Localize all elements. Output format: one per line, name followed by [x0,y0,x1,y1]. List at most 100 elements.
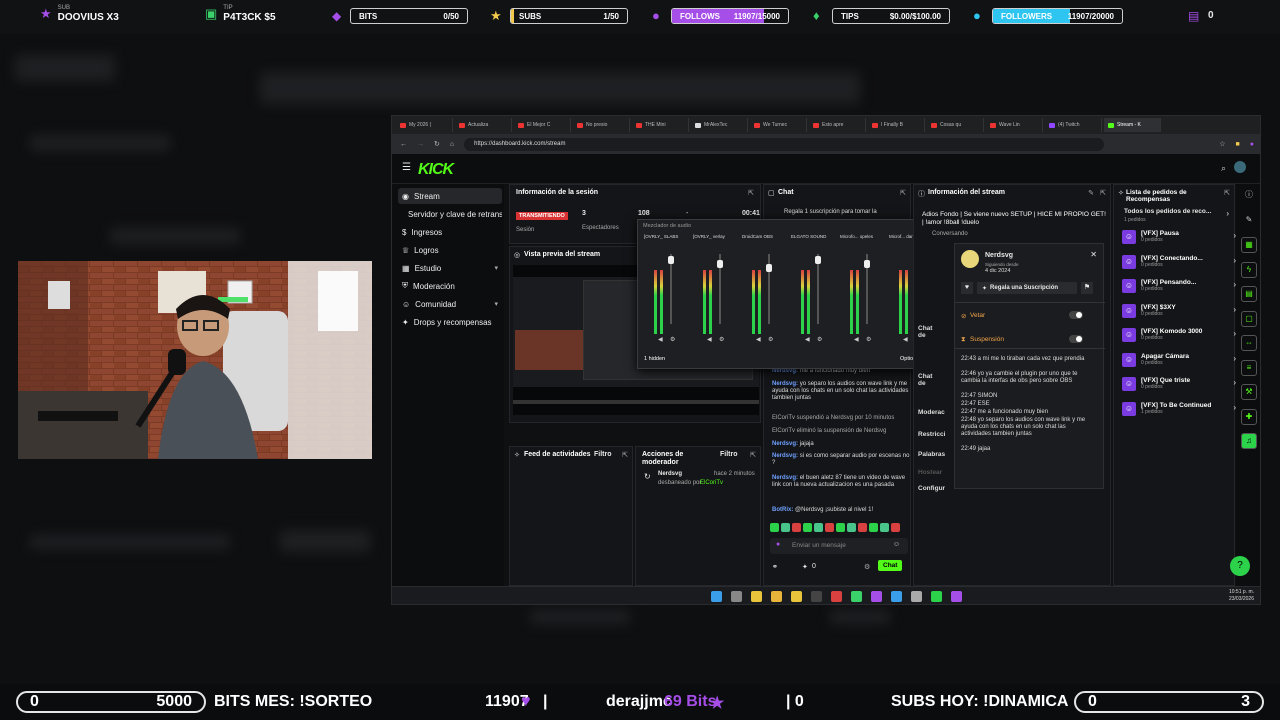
chat-icon[interactable]: ▢ [1241,310,1257,327]
browser-tab[interactable]: Stream - K [1104,118,1161,132]
stream-info-section[interactable]: Chat de [918,325,932,339]
emote[interactable] [869,523,878,532]
browser-tab[interactable]: Wave Lin [986,118,1043,132]
fader-knob[interactable] [766,264,772,272]
profile-icon[interactable]: ● [1250,141,1254,148]
browser-tab[interactable]: Esto apre [809,118,866,132]
popout-icon[interactable]: ⇱ [622,451,628,459]
sidebar-item-achievements[interactable]: ♕ Logros [398,242,502,258]
reward-item[interactable]: ☺ [VFX] $3XY 0 pedidos › [1122,303,1236,326]
wrench-icon[interactable]: ⚒ [1241,384,1257,400]
gift-promo[interactable]: Regala 1 suscripción para tomar la [784,209,902,215]
url-input[interactable]: https://dashboard.kick.com/stream [464,137,1105,151]
avatar[interactable] [1234,161,1246,173]
forward-icon[interactable]: → [417,141,424,148]
stream-info-section[interactable]: Palabras [918,451,945,458]
emote[interactable] [803,523,812,532]
gear-icon[interactable]: ⚙ [719,336,724,343]
menu-icon[interactable]: ☰ [402,162,411,173]
close-icon[interactable]: ✕ [1090,250,1097,259]
emote-icon[interactable]: ☺ [893,541,900,548]
speaker-icon[interactable]: ◀ [707,336,712,343]
emote[interactable] [836,523,845,532]
chat-username[interactable]: Nerdsvg: [772,441,798,447]
speaker-icon[interactable]: ◀ [903,336,908,343]
reward-item[interactable]: ☺ [VFX] Que triste 0 pedidos › [1122,377,1236,399]
suspend-toggle[interactable] [1069,335,1083,343]
feed-filter-button[interactable]: Filtro [594,451,612,458]
gear-icon[interactable]: ⚙ [866,336,871,343]
settings-icon[interactable] [911,591,922,602]
sidebar-item-stream[interactable]: ◉ Stream [398,188,502,204]
reward-item[interactable]: ☺ [VFX] Conectando... 0 pedidos › [1122,254,1236,277]
chat-username[interactable]: Nerdsvg: [772,381,798,387]
fader-knob[interactable] [668,256,674,264]
gear-icon[interactable]: ⚙ [768,336,773,343]
popout-icon[interactable]: ⇱ [1224,189,1230,197]
stream-info-section[interactable]: Moderac [918,409,945,416]
browser-tab[interactable]: No presio [573,118,630,132]
mixer-hidden[interactable]: 1 hidden [644,356,665,362]
sidebar-item-moderation[interactable]: ⛨ Moderación [398,278,502,294]
split-icon[interactable]: ⇔ [1241,335,1257,351]
chat-username[interactable]: Nerdsvg: [772,475,798,481]
info-icon[interactable]: ⓘ [1241,188,1257,204]
sidebar-item-studio[interactable]: ▦ Estudio ▾ [398,260,502,276]
rewards-all[interactable]: Todos los pedidos de reco... [1124,208,1211,215]
reward-item[interactable]: ☺ Apagar Cámara 0 pedidos › [1122,352,1236,375]
bookmark-star-icon[interactable]: ☆ [1219,140,1225,148]
emote[interactable] [880,523,889,532]
bolt-icon[interactable]: ϟ [1241,261,1257,278]
mod-filter-button[interactable]: Filtro [720,451,738,458]
stream-info-section[interactable]: Hostear [918,469,942,476]
extension-icon[interactable]: ■ [1236,141,1240,148]
spotify-icon[interactable] [931,591,942,602]
stream-info-section[interactable]: Restricci [918,431,945,438]
taskbar-clock[interactable]: 10:51 p. m. 23/03/2026 [1229,589,1254,603]
popout-icon[interactable]: ⇱ [750,451,756,459]
explorer-icon[interactable] [771,591,782,602]
heart-icon[interactable]: ♥ [961,282,973,294]
mixer-channel[interactable]: DroidCam OBS ◀ ⚙ [742,234,782,343]
emote[interactable] [770,523,779,532]
link-icon[interactable]: ⚭ [772,563,778,571]
popout-icon[interactable]: ⇱ [900,189,906,197]
browser-tab[interactable]: (4) Twitch [1045,118,1102,132]
folder-icon[interactable] [791,591,802,602]
browser-tab[interactable]: My 2026 ( [396,118,453,132]
sidebar-item-income[interactable]: $ Ingresos [398,224,502,240]
camera-icon[interactable] [851,591,862,602]
fader-knob[interactable] [864,260,870,268]
gift-sub-button[interactable]: ✦ Regala una Suscripción [977,282,1077,294]
sidebar-item-community[interactable]: ☺ Comunidad ▾ [398,296,502,312]
stream-info-section[interactable]: Chat de [918,373,932,387]
emote-row[interactable] [770,523,908,533]
reward-item[interactable]: ☺ [VFX] Pausa 0 pedidos › [1122,230,1236,252]
speaker-icon[interactable]: ◀ [805,336,810,343]
mixer-channel[interactable]: [OVRLY_ verlay ◀ ⚙ [693,234,733,343]
reward-item[interactable]: ☺ [VFX] Pensando... 0 pedidos › [1122,279,1236,301]
chat-username[interactable]: Nerdsvg: [772,453,798,459]
gear-icon[interactable]: ⚙ [864,563,870,571]
chrome-icon[interactable] [751,591,762,602]
app-icon[interactable] [951,591,962,602]
speaker-icon[interactable]: ◀ [756,336,761,343]
user-add-icon[interactable]: ✚ [1241,408,1257,425]
reward-item[interactable]: ☺ [VFX] Komodo 3000 0 pedidos › [1122,328,1236,350]
gear-icon[interactable]: ⚙ [670,336,675,343]
reload-icon[interactable]: ↻ [434,140,440,148]
reward-item[interactable]: ☺ [VFX] To Be Continued 1 pedidos › [1122,401,1236,424]
stream-info-section[interactable]: Configur [918,485,945,492]
veto-toggle[interactable] [1069,311,1083,319]
kick-logo[interactable]: KICK [418,161,454,179]
browser-tab[interactable]: THE Mini [632,118,689,132]
home-icon[interactable]: ⌂ [450,141,454,148]
emote[interactable] [814,523,823,532]
music-icon[interactable]: ♫ [1241,433,1257,449]
mixer-channel[interactable]: [OVRLY_ SLABS ◀ ⚙ [644,234,684,343]
browser-tab[interactable]: El Mejor C [514,118,571,132]
fader-knob[interactable] [717,260,723,268]
mixer-channel[interactable]: Microfo... opeles ◀ ⚙ [840,234,880,343]
page-icon[interactable]: ▤ [1241,286,1257,302]
search-icon[interactable] [731,591,742,602]
